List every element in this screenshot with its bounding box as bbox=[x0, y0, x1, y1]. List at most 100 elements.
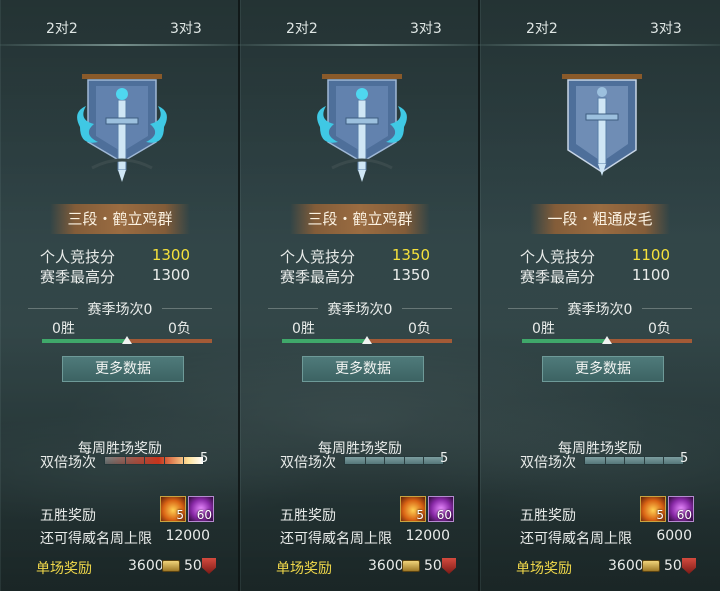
season-matches-title: 赛季场次0 bbox=[240, 299, 480, 319]
double-bar-segment bbox=[364, 457, 366, 464]
ratio-marker-icon bbox=[362, 336, 372, 344]
wins-count: 0胜 bbox=[532, 321, 555, 337]
personal-score-value: 1100 bbox=[631, 246, 670, 264]
double-bar-segment bbox=[384, 457, 386, 464]
fire-token-icon[interactable]: 5 bbox=[160, 496, 186, 522]
double-matches-bar bbox=[344, 456, 444, 465]
double-matches-bar bbox=[104, 456, 204, 465]
double-matches-label: 双倍场次 bbox=[280, 455, 336, 471]
flaming-sword-banner-icon bbox=[317, 74, 407, 182]
fire-token-count: 5 bbox=[176, 508, 184, 522]
tab-2v2[interactable]: 2对2 bbox=[526, 18, 558, 38]
double-bar-segment bbox=[144, 457, 146, 464]
five-win-label: 五胜奖励 bbox=[40, 508, 96, 524]
personal-score-row: 个人竞技分 1100 bbox=[520, 246, 680, 266]
fire-token-count: 5 bbox=[416, 508, 424, 522]
double-bar-segment bbox=[124, 457, 126, 464]
tab-3v3[interactable]: 3对3 bbox=[650, 18, 682, 38]
arena-panels: 2对2 3对3 三段・鹤立鸡群 个人竞技分 1300 赛季最高分 1300 赛季… bbox=[0, 0, 720, 591]
weekly-limit-value: 12000 bbox=[165, 528, 210, 544]
weekly-limit-label: 还可得威名周上限 bbox=[520, 531, 632, 547]
win-ratio-fill bbox=[42, 339, 127, 343]
double-matches-fill bbox=[105, 457, 203, 464]
single-coin-value: 3600 bbox=[608, 558, 644, 574]
double-bar-segment bbox=[423, 457, 425, 464]
personal-score-label: 个人竞技分 bbox=[520, 248, 596, 266]
season-high-label: 赛季最高分 bbox=[280, 268, 356, 286]
single-coin-value: 3600 bbox=[128, 558, 164, 574]
win-ratio-fill bbox=[522, 339, 607, 343]
season-matches-title: 赛季场次0 bbox=[0, 299, 240, 319]
ratio-marker-icon bbox=[602, 336, 612, 344]
tab-3v3[interactable]: 3对3 bbox=[170, 18, 202, 38]
single-rep-value: 50 bbox=[424, 558, 442, 574]
more-data-button[interactable]: 更多数据 bbox=[302, 356, 424, 382]
purple-gem-icon[interactable]: 60 bbox=[428, 496, 454, 522]
weekly-limit-value: 12000 bbox=[405, 528, 450, 544]
losses-count: 0负 bbox=[408, 321, 431, 337]
fire-token-count: 5 bbox=[656, 508, 664, 522]
single-match-label: 单场奖励 bbox=[36, 561, 92, 577]
season-high-row: 赛季最高分 1300 bbox=[40, 266, 200, 286]
double-bar-segment bbox=[624, 457, 626, 464]
tab-2v2[interactable]: 2对2 bbox=[46, 18, 78, 38]
purple-gem-icon[interactable]: 60 bbox=[668, 496, 694, 522]
shield-icon bbox=[442, 558, 456, 574]
weekly-limit-label: 还可得威名周上限 bbox=[280, 531, 392, 547]
double-bar-segment bbox=[163, 457, 165, 464]
double-bar-segment bbox=[643, 457, 645, 464]
season-high-label: 赛季最高分 bbox=[520, 268, 596, 286]
fire-token-icon[interactable]: 5 bbox=[640, 496, 666, 522]
single-match-label: 单场奖励 bbox=[276, 561, 332, 577]
personal-score-label: 个人竞技分 bbox=[40, 248, 116, 266]
personal-score-row: 个人竞技分 1350 bbox=[280, 246, 440, 266]
mode-tabs: 2对2 3对3 bbox=[0, 18, 240, 42]
single-match-label: 单场奖励 bbox=[516, 561, 572, 577]
purple-gem-count: 60 bbox=[196, 508, 212, 522]
purple-gem-icon[interactable]: 60 bbox=[188, 496, 214, 522]
season-high-row: 赛季最高分 1100 bbox=[520, 266, 680, 286]
weekly-limit-label: 还可得威名周上限 bbox=[40, 531, 152, 547]
single-coin-value: 3600 bbox=[368, 558, 404, 574]
sword-banner-icon bbox=[562, 74, 642, 176]
mode-tabs: 2对2 3对3 bbox=[240, 18, 480, 42]
five-win-label: 五胜奖励 bbox=[280, 508, 336, 524]
purple-gem-count: 60 bbox=[676, 508, 692, 522]
losses-count: 0负 bbox=[648, 321, 671, 337]
flaming-sword-banner-icon bbox=[77, 74, 167, 182]
double-matches-bar bbox=[584, 456, 684, 465]
coin-icon bbox=[402, 560, 420, 572]
rank-title: 三段・鹤立鸡群 bbox=[290, 204, 430, 234]
double-matches-label: 双倍场次 bbox=[40, 455, 96, 471]
tab-2v2[interactable]: 2对2 bbox=[286, 18, 318, 38]
single-rep-value: 50 bbox=[664, 558, 682, 574]
arena-panel: 2对2 3对3 三段・鹤立鸡群 个人竞技分 1350 赛季最高分 1350 赛季… bbox=[240, 0, 480, 591]
personal-score-label: 个人竞技分 bbox=[280, 248, 356, 266]
rank-title: 一段・粗通皮毛 bbox=[530, 204, 670, 234]
double-matches-count: 5 bbox=[680, 451, 689, 466]
season-high-value: 1100 bbox=[631, 266, 670, 284]
five-win-label: 五胜奖励 bbox=[520, 508, 576, 524]
shield-icon bbox=[202, 558, 216, 574]
arena-panel: 2对2 3对3 三段・鹤立鸡群 个人竞技分 1300 赛季最高分 1300 赛季… bbox=[0, 0, 240, 591]
coin-icon bbox=[642, 560, 660, 572]
fire-token-icon[interactable]: 5 bbox=[400, 496, 426, 522]
rank-title: 三段・鹤立鸡群 bbox=[50, 204, 190, 234]
shield-icon bbox=[682, 558, 696, 574]
win-ratio-fill bbox=[282, 339, 367, 343]
more-data-button[interactable]: 更多数据 bbox=[542, 356, 664, 382]
double-bar-segment bbox=[663, 457, 665, 464]
coin-icon bbox=[162, 560, 180, 572]
season-high-label: 赛季最高分 bbox=[40, 268, 116, 286]
double-bar-segment bbox=[604, 457, 606, 464]
more-data-button[interactable]: 更多数据 bbox=[62, 356, 184, 382]
season-high-row: 赛季最高分 1350 bbox=[280, 266, 440, 286]
ratio-marker-icon bbox=[122, 336, 132, 344]
tab-3v3[interactable]: 3对3 bbox=[410, 18, 442, 38]
double-bar-segment bbox=[183, 457, 185, 464]
losses-count: 0负 bbox=[168, 321, 191, 337]
tab-divider bbox=[240, 44, 480, 46]
tab-divider bbox=[480, 44, 720, 46]
weekly-limit-value: 6000 bbox=[656, 528, 692, 544]
season-matches-title: 赛季场次0 bbox=[480, 299, 720, 319]
